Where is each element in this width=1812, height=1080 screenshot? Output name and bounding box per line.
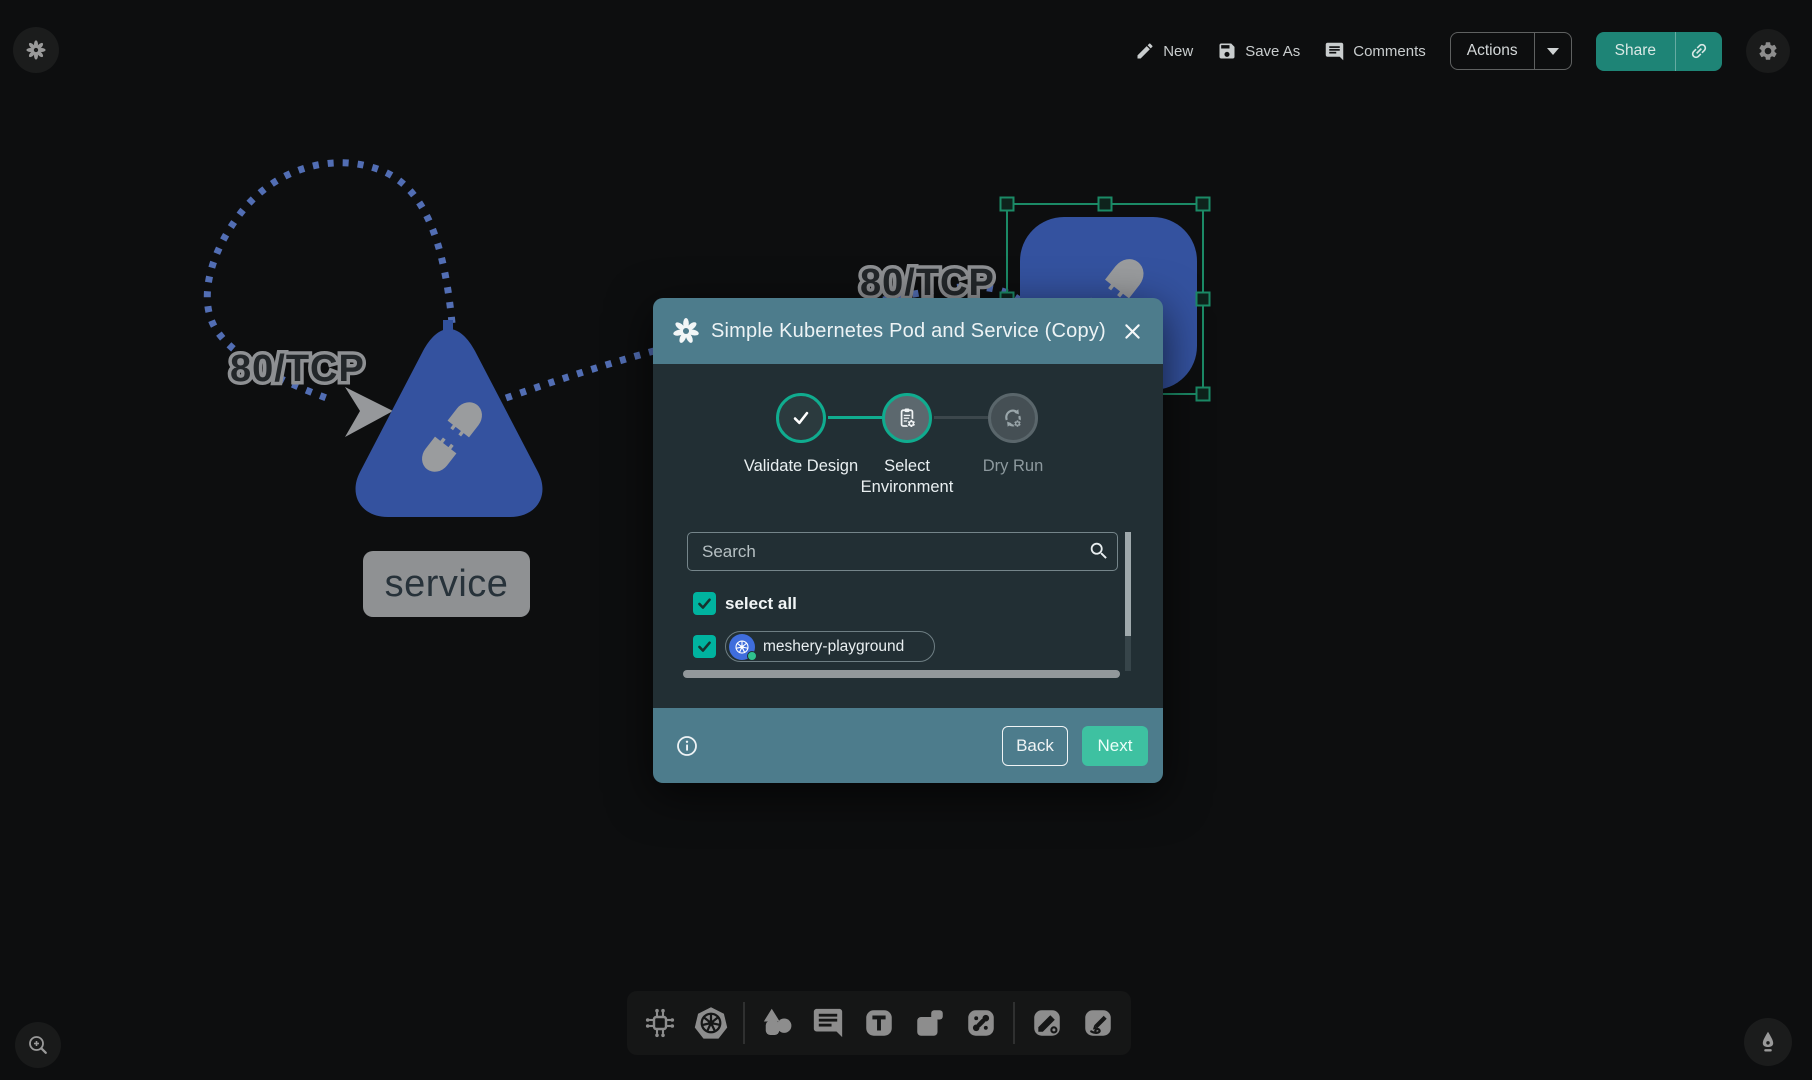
comments-label: Comments (1353, 43, 1426, 60)
note-icon (912, 1005, 948, 1041)
clipboard-gear-icon (894, 405, 920, 431)
info-icon[interactable] (675, 734, 699, 758)
next-button[interactable]: Next (1082, 726, 1148, 766)
annotation-pen-button[interactable] (1744, 1018, 1792, 1066)
chip-circuit-icon (642, 1005, 678, 1041)
modal-title: Simple Kubernetes Pod and Service (Copy) (711, 320, 1122, 343)
actions-dropdown-toggle[interactable] (1534, 33, 1571, 69)
share-split-button: Share (1596, 32, 1722, 71)
comments-button[interactable]: Comments (1324, 41, 1426, 62)
zoom-in-button[interactable] (15, 1022, 61, 1068)
environment-chip[interactable]: meshery-playground (725, 631, 935, 662)
actions-button[interactable]: Actions (1451, 33, 1534, 69)
close-icon[interactable] (1122, 321, 1143, 342)
step-label-dry-run: Dry Run (953, 456, 1073, 477)
components-tool[interactable] (641, 1004, 679, 1042)
vertical-scrollbar-thumb[interactable] (1125, 532, 1131, 636)
meshery-logo-button[interactable] (13, 27, 59, 73)
kubernetes-wheel-icon (693, 1005, 729, 1041)
comment-icon (1324, 41, 1345, 62)
step-dry-run[interactable] (988, 393, 1038, 443)
select-all-label: select all (725, 594, 797, 614)
comment-icon (811, 1006, 845, 1040)
deploy-design-modal: Simple Kubernetes Pod and Service (Copy) (653, 298, 1163, 783)
comment-tool[interactable] (809, 1004, 847, 1042)
pen-tool[interactable] (1028, 1004, 1066, 1042)
share-button[interactable]: Share (1596, 32, 1675, 71)
meshery-design-canvas-page: 80/TCP 80/TCP service New Save As (0, 0, 1812, 1080)
settings-button[interactable] (1746, 29, 1790, 73)
top-toolbar: New Save As Comments Actions Share (1135, 30, 1790, 72)
step-label-validate-design: Validate Design (741, 456, 861, 477)
connection-status-dot (747, 651, 757, 661)
copy-link-button[interactable] (1675, 32, 1722, 71)
dock-divider (743, 1002, 745, 1044)
new-button[interactable]: New (1135, 41, 1193, 61)
service-node-label: service (363, 551, 530, 617)
floppy-save-icon (1217, 41, 1237, 61)
modal-footer: Back Next (653, 708, 1163, 783)
sync-gear-icon (1000, 405, 1026, 431)
media-tool[interactable] (911, 1004, 949, 1042)
step-validate-design[interactable] (776, 393, 826, 443)
meshery-pinwheel-icon (673, 318, 699, 344)
text-tool[interactable] (860, 1004, 898, 1042)
node-port-handle[interactable] (443, 320, 453, 330)
vertical-scrollbar[interactable] (1125, 532, 1131, 671)
text-tool-icon (861, 1005, 897, 1041)
back-button[interactable]: Back (1002, 726, 1068, 766)
meshery-pinwheel-icon (26, 40, 46, 60)
pencil-icon (1135, 41, 1155, 61)
edge-port-label: 80/TCP (230, 348, 365, 391)
actions-split-button: Actions (1450, 32, 1572, 70)
save-as-label: Save As (1245, 43, 1300, 60)
kubernetes-icon (729, 634, 755, 660)
dock-divider (1013, 1002, 1015, 1044)
link-icon (1689, 41, 1709, 61)
stepper-connector-done (828, 416, 882, 419)
shapes-tool[interactable] (758, 1004, 796, 1042)
checkmark-icon (696, 638, 713, 655)
modal-header: Simple Kubernetes Pod and Service (Copy) (653, 298, 1163, 364)
select-all-checkbox[interactable] (693, 592, 716, 615)
pencil-scribble-icon (1080, 1005, 1116, 1041)
checkmark-icon (696, 595, 713, 612)
search-icon[interactable] (1088, 540, 1110, 562)
step-label-select-environment: Select Environment (847, 456, 967, 498)
search-input[interactable] (687, 532, 1118, 571)
pen-tool-icon (1029, 1005, 1065, 1041)
environment-search (687, 532, 1118, 571)
environment-checkbox[interactable] (693, 635, 716, 658)
horizontal-scrollbar[interactable] (683, 670, 1120, 678)
siblings-link-icon (963, 1005, 999, 1041)
caret-down-icon (1547, 48, 1559, 55)
new-label: New (1163, 43, 1193, 60)
gear-icon (1757, 40, 1779, 62)
check-icon (788, 405, 814, 431)
pen-nib-icon (1755, 1029, 1781, 1055)
step-select-environment[interactable] (882, 393, 932, 443)
stepper-connector-pending (934, 416, 988, 419)
environment-name: meshery-playground (763, 638, 904, 656)
modal-body: Validate Design Select Environment Dry R… (653, 364, 1163, 708)
canvas-tool-dock (627, 991, 1131, 1055)
kubernetes-tool[interactable] (692, 1004, 730, 1042)
freehand-draw-tool[interactable] (1079, 1004, 1117, 1042)
zoom-in-magnifier-icon (26, 1033, 50, 1057)
save-as-button[interactable]: Save As (1217, 41, 1300, 61)
service-triangle-node[interactable] (356, 320, 543, 517)
shapes-icon (759, 1005, 795, 1041)
link-siblings-tool[interactable] (962, 1004, 1000, 1042)
